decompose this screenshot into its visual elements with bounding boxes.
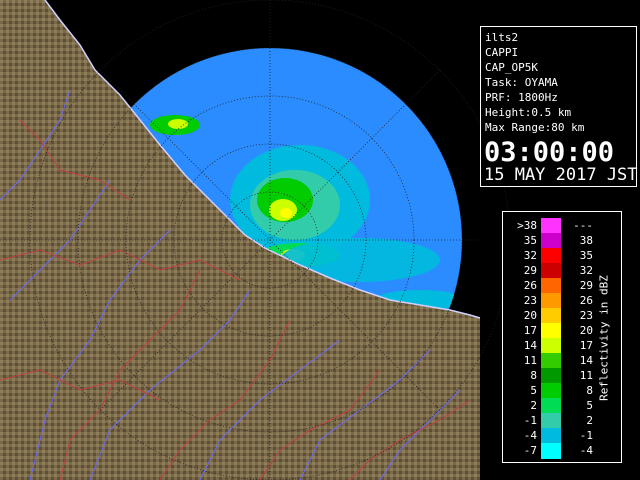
legend-row: -4 -1	[503, 428, 621, 444]
legend-color-swatch	[541, 398, 561, 414]
legend-low-value: 17	[523, 324, 537, 337]
legend-color-swatch	[541, 218, 561, 234]
legend-high-value: 35	[579, 249, 593, 262]
legend-low-value: -7	[523, 444, 537, 457]
product-code: CAP_OP5K	[485, 61, 538, 74]
legend-low-value: -4	[523, 429, 537, 442]
product-type: CAPPI	[485, 46, 519, 59]
task-name: Task: OYAMA	[485, 76, 558, 89]
reflectivity-legend: >38 --- 35 38 32 35 29 32 26 29 23 26 20 23 17 20 14 17 11…	[502, 211, 622, 463]
max-range-value: Max Range:80 km	[485, 121, 585, 134]
legend-high-value: 38	[579, 234, 593, 247]
legend-low-value: 23	[523, 294, 537, 307]
legend-high-value: 20	[579, 324, 593, 337]
legend-color-swatch	[541, 248, 561, 264]
legend-color-swatch	[541, 293, 561, 309]
legend-high-value: 32	[579, 264, 593, 277]
legend-color-swatch	[541, 323, 561, 339]
legend-title: Reflectivity in dBZ	[597, 275, 611, 401]
legend-high-value: -1	[579, 429, 593, 442]
legend-low-value: 14	[523, 339, 537, 352]
legend-high-value: 26	[579, 294, 593, 307]
legend-low-value: 11	[523, 354, 537, 367]
radar-info-panel: ilts2 CAPPI CAP_OP5K Task: OYAMA PRF: 18…	[480, 26, 638, 187]
legend-color-swatch	[541, 413, 561, 429]
legend-low-value: 26	[523, 279, 537, 292]
legend-high-value: 14	[579, 354, 593, 367]
legend-high-value: 8	[586, 384, 593, 397]
legend-color-swatch	[541, 368, 561, 384]
legend-color-swatch	[541, 353, 561, 369]
radar-name: ilts2	[485, 31, 519, 44]
legend-row: -1 2	[503, 413, 621, 429]
legend-high-value: -4	[579, 444, 593, 457]
legend-color-swatch	[541, 338, 561, 354]
height-value: Height:0.5 km	[485, 106, 572, 119]
legend-color-swatch	[541, 263, 561, 279]
legend-color-swatch	[541, 278, 561, 294]
legend-color-swatch	[541, 308, 561, 324]
legend-low-value: >38	[517, 219, 537, 232]
legend-color-swatch	[541, 428, 561, 444]
legend-high-value: 29	[579, 279, 593, 292]
legend-row: -7 -4	[503, 443, 621, 459]
legend-high-value: 5	[586, 399, 593, 412]
legend-color-swatch	[541, 383, 561, 399]
legend-high-value: 17	[579, 339, 593, 352]
legend-low-value: 8	[530, 369, 537, 382]
legend-low-value: 5	[530, 384, 537, 397]
observation-time: 03:00:00	[484, 137, 615, 168]
observation-date: 15 MAY 2017 JST	[484, 165, 638, 185]
legend-high-value: 23	[579, 309, 593, 322]
legend-high-value: ---	[573, 219, 593, 232]
legend-high-value: 11	[579, 369, 593, 382]
legend-color-swatch	[541, 233, 561, 249]
legend-row: >38 ---	[503, 218, 621, 234]
prf-value: PRF: 1800Hz	[485, 91, 558, 104]
legend-low-value: 20	[523, 309, 537, 322]
legend-row: 32 35	[503, 248, 621, 264]
legend-low-value: 32	[523, 249, 537, 262]
legend-high-value: 2	[586, 414, 593, 427]
legend-color-swatch	[541, 443, 561, 459]
legend-low-value: 29	[523, 264, 537, 277]
legend-low-value: 35	[523, 234, 537, 247]
legend-row: 35 38	[503, 233, 621, 249]
legend-low-value: 2	[530, 399, 537, 412]
legend-low-value: -1	[523, 414, 537, 427]
